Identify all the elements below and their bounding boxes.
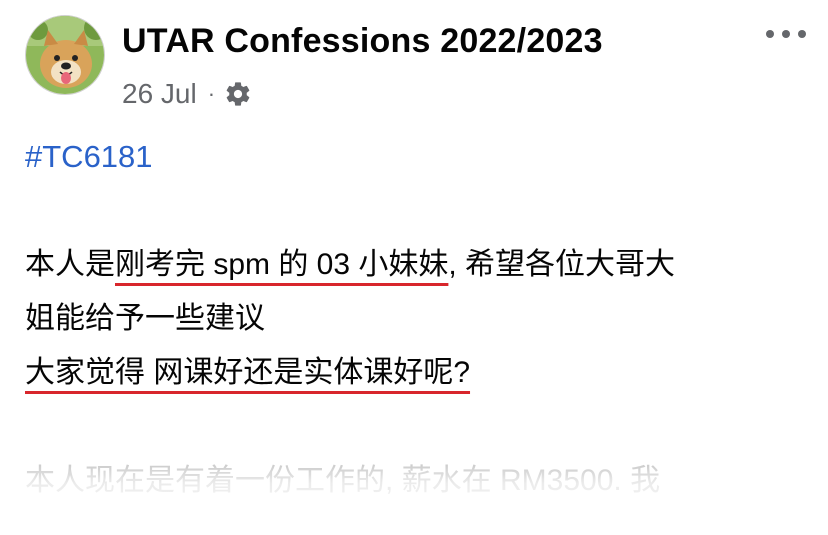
page-name-link[interactable]: UTAR Confessions 2022/2023 <box>122 22 603 61</box>
post-text-segment: 本人是 <box>25 248 115 281</box>
post-text-line: 本人是刚考完 spm 的 03 小妹妹, 希望各位大哥大 <box>25 238 815 292</box>
post-date[interactable]: 26 Jul <box>122 78 197 110</box>
dog-avatar-image <box>26 16 104 94</box>
post-text-segment: , 希望各位大哥大 <box>448 248 676 281</box>
avatar[interactable] <box>25 15 105 95</box>
highlighted-text: 大家觉得 网课好还是实体课好呢? <box>25 356 471 389</box>
more-options-button[interactable] <box>766 22 806 46</box>
gear-icon[interactable] <box>224 80 252 108</box>
more-dots-icon <box>766 30 774 38</box>
post-text-faded-line: 本人现在是有着一份工作的, 薪水在 RM3500. 我 <box>25 464 661 497</box>
post-text-segment: 姐能给予一些建议 <box>25 302 265 335</box>
post-body: #TC6181 本人是刚考完 spm 的 03 小妹妹, 希望各位大哥大姐能给予… <box>25 130 815 508</box>
post-text-line: 姐能给予一些建议 <box>25 292 815 346</box>
hashtag-link[interactable]: #TC6181 <box>25 130 815 184</box>
post-text-line: 大家觉得 网课好还是实体课好呢? <box>25 346 815 400</box>
post-header: UTAR Confessions 2022/2023 26 Jul · <box>0 0 828 120</box>
highlighted-text: 刚考完 spm 的 03 小妹妹 <box>115 248 449 281</box>
meta-separator: · <box>207 81 216 106</box>
post-meta: 26 Jul · <box>122 74 252 114</box>
post-text: 本人是刚考完 spm 的 03 小妹妹, 希望各位大哥大姐能给予一些建议大家觉得… <box>25 238 815 400</box>
